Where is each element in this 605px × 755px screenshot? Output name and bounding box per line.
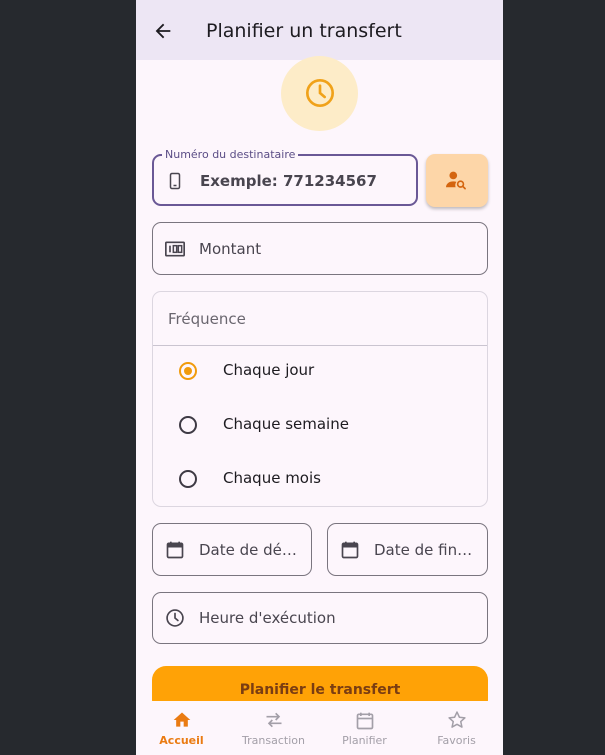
schedule-badge [281,56,358,131]
frequency-card: Fréquence Chaque jour Chaque semaine Cha… [152,291,488,507]
back-arrow-icon[interactable] [152,20,174,42]
radio-weekly[interactable] [179,416,197,434]
nav-item-planifier[interactable]: Planifier [319,701,410,755]
recipient-phone-field[interactable]: Numéro du destinataire Exemple: 77123456… [152,148,418,206]
star-icon [448,711,466,728]
frequency-option-label: Chaque mois [223,469,321,487]
radio-monthly[interactable] [179,470,197,488]
home-icon [173,712,191,727]
calendar-icon [166,541,184,559]
money-icon [165,241,185,257]
calendar-icon [341,541,359,559]
phone-icon [169,172,181,190]
nav-label: Transaction [242,734,305,747]
clock-icon [166,609,184,627]
end-date-placeholder: Date de fin… [374,541,473,559]
execution-time-field[interactable]: Heure d'exécution [152,592,488,644]
execution-time-placeholder: Heure d'exécution [199,609,336,627]
swap-icon [266,712,282,728]
radio-daily[interactable] [179,362,197,380]
nav-label: Planifier [342,734,387,747]
frequency-label: Fréquence [168,310,246,328]
nav-item-transaction[interactable]: Transaction [228,701,319,755]
end-date-field[interactable]: Date de fin… [327,523,488,576]
app-bar: Planifier un transfert [136,0,503,60]
schedule-transfer-label: Planifier le transfert [239,682,401,698]
amount-input-placeholder: Montant [199,240,262,258]
recipient-input-placeholder: Exemple: 771234567 [200,172,377,190]
frequency-option-weekly[interactable]: Chaque semaine [153,403,487,449]
frequency-header: Fréquence [153,292,487,346]
frequency-option-monthly[interactable]: Chaque mois [153,457,487,503]
pick-contact-button[interactable] [426,154,488,207]
nav-label: Accueil [159,734,204,747]
phone-screen: Planifier un transfert Numéro du destina… [136,0,503,755]
frequency-option-daily[interactable]: Chaque jour [153,349,487,395]
start-date-placeholder: Date de dé… [199,541,297,559]
clock-icon [306,79,334,107]
nav-item-accueil[interactable]: Accueil [136,701,227,755]
nav-item-favoris[interactable]: Favoris [411,701,502,755]
bottom-navigation: Accueil Transaction Planifier Favoris [136,701,503,755]
frequency-option-label: Chaque semaine [223,415,349,433]
contact-search-icon [446,171,466,190]
recipient-field-label: Numéro du destinataire [162,148,299,161]
frequency-option-label: Chaque jour [223,361,315,379]
amount-field[interactable]: Montant [152,222,488,275]
start-date-field[interactable]: Date de dé… [152,523,312,576]
calendar-icon [356,712,374,730]
nav-label: Favoris [437,734,476,747]
page-title: Planifier un transfert [206,20,402,42]
